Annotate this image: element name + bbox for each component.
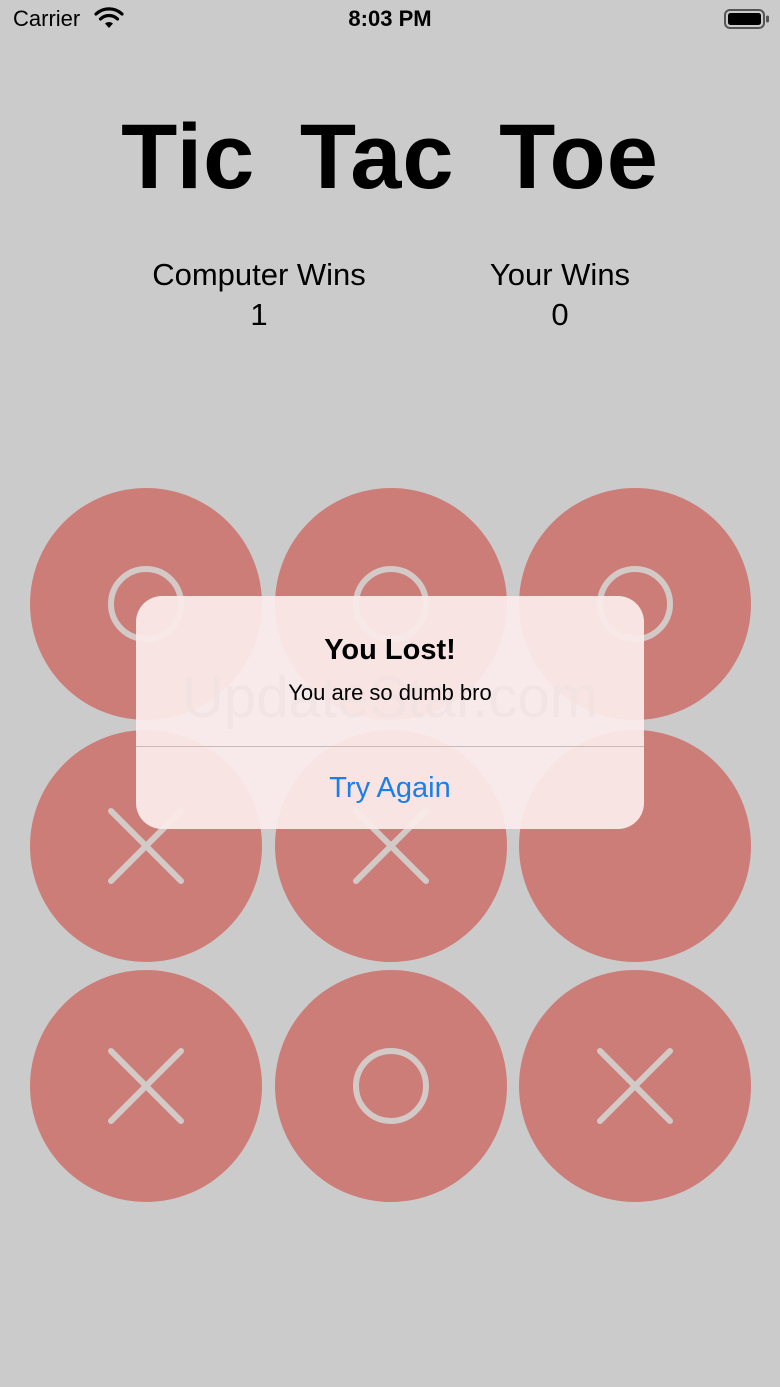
alert-message: You are so dumb bro [288,680,492,705]
computer-score-label: Computer Wins [152,257,366,292]
page-title: Tic Tac Toe [121,106,659,208]
user-score: Your Wins 0 [410,257,710,333]
alert-dialog: You Lost! You are so dumb bro Try Again [136,596,644,829]
board-cell-3-1[interactable] [30,970,262,1202]
alert-title: You Lost! [324,634,456,666]
clock: 8:03 PM [348,6,432,31]
user-score-value: 0 [551,297,569,332]
board-cell-3-2[interactable] [275,970,507,1202]
try-again-button[interactable]: Try Again [136,747,644,829]
o-mark-icon [353,1048,429,1124]
x-mark-icon [597,1048,673,1124]
app-screen: Carrier 8:03 PM Tic Tac Toe Computer Win… [0,0,780,1387]
computer-score: Computer Wins 1 [109,257,409,333]
board-cell-3-3[interactable] [519,970,751,1202]
user-score-label: Your Wins [489,257,631,292]
status-bar: Carrier 8:03 PM [0,0,780,40]
battery-icon [724,9,769,29]
x-mark-icon [108,1048,184,1124]
computer-score-value: 1 [250,297,268,332]
